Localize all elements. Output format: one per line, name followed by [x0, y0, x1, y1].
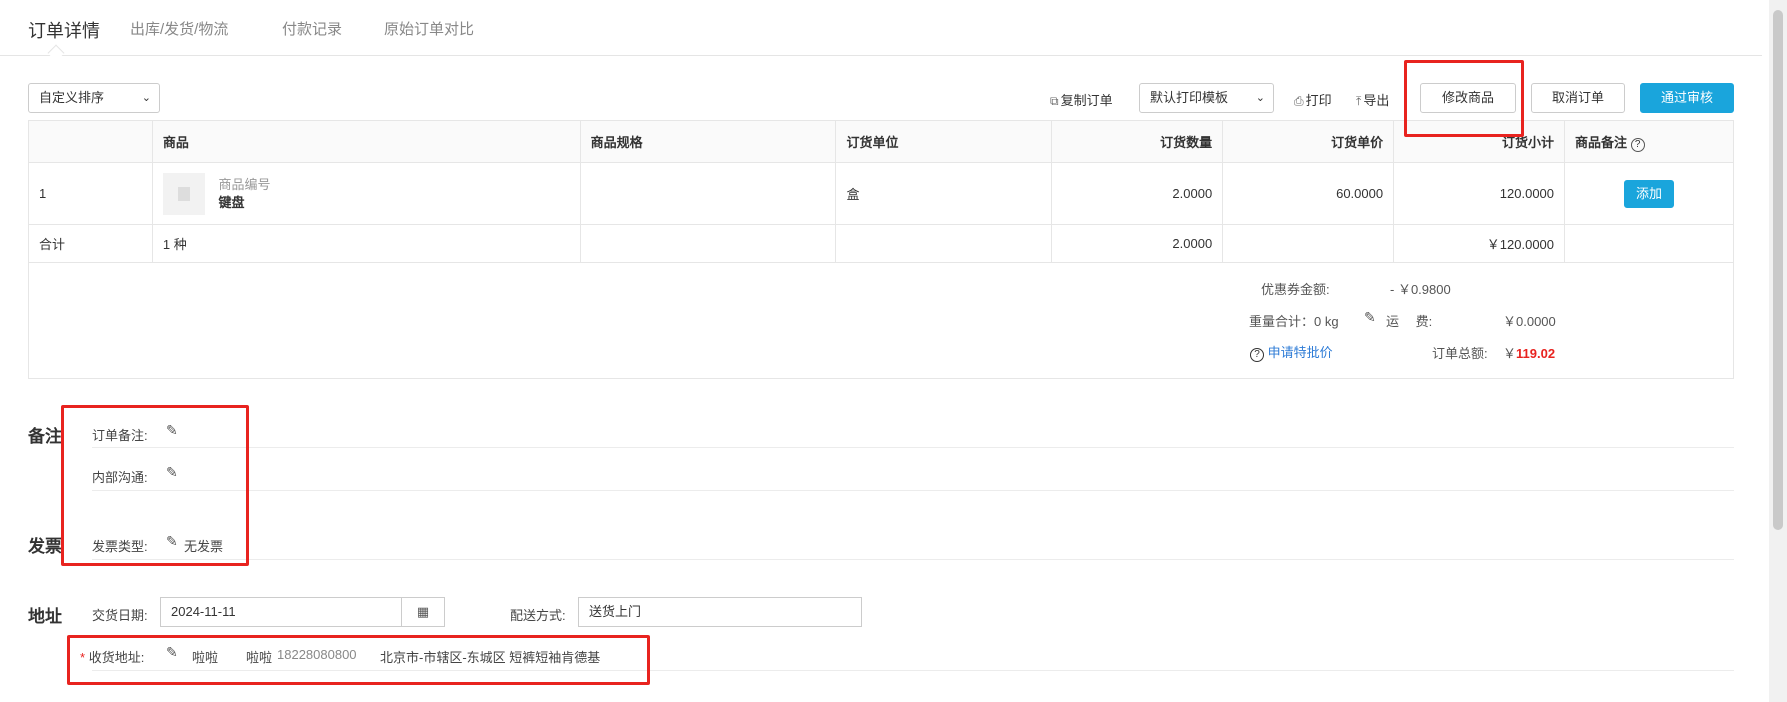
order-total-label: 订单总额: — [1432, 346, 1488, 361]
total-qty: 2.0000 — [1051, 224, 1224, 263]
col-header-unit: 订货单位 — [835, 120, 1053, 163]
calendar-icon[interactable]: ▦ — [401, 597, 445, 627]
coupon-value: - ￥0.9800 — [1390, 282, 1451, 297]
internal-comm-label: 内部沟通: — [92, 470, 148, 485]
product-unit: 盒 — [835, 162, 1053, 225]
receiver-contact: 啦啦 — [246, 650, 273, 665]
export-button[interactable]: ⤒ 导出 — [1356, 90, 1389, 109]
upload-icon: ⤒ — [1356, 94, 1362, 108]
tab-payment-records[interactable]: 付款记录 — [282, 18, 342, 39]
col-header-index — [28, 120, 153, 163]
product-qty: 2.0000 — [1051, 162, 1224, 225]
order-remark-label: 订单备注: — [92, 428, 148, 443]
printer-icon: ⎙ — [1294, 94, 1304, 108]
divider — [92, 490, 1734, 491]
col-header-remark: 商品备注 ? — [1564, 120, 1734, 163]
edit-order-remark-icon[interactable]: ✎ — [166, 422, 178, 439]
invoice-type-value: 无发票 — [184, 539, 224, 554]
delivery-date-input[interactable]: 2024-11-11 — [160, 597, 402, 627]
product-price: 60.0000 — [1222, 162, 1395, 225]
shipping-method-label: 配送方式: — [510, 608, 566, 623]
row-index: 1 — [28, 162, 153, 225]
receiver-address: 北京市-市辖区-东城区 短裤短袖肯德基 — [380, 650, 601, 665]
product-code: 商品编号 — [218, 176, 271, 192]
scrollbar-thumb[interactable] — [1773, 10, 1783, 530]
tab-original-order-compare[interactable]: 原始订单对比 — [384, 18, 474, 39]
sort-select-value: 自定义排序 — [39, 90, 105, 105]
export-label: 导出 — [1363, 93, 1390, 108]
receiver-name: 啦啦 — [192, 650, 219, 665]
col-header-qty: 订货数量 — [1051, 120, 1224, 163]
receive-address-label: * 收货地址: — [80, 647, 144, 666]
tab-bar: 订单详情 出库/发货/物流 付款记录 原始订单对比 — [0, 0, 1762, 62]
order-total-value: 119.02 — [1516, 346, 1556, 361]
address-section-title: 地址 — [28, 607, 62, 626]
remarks-section-title: 备注 — [28, 427, 62, 446]
modify-goods-button[interactable]: 修改商品 — [1420, 83, 1516, 113]
special-price-label: 申请特批价 — [1267, 345, 1333, 360]
tab-order-detail[interactable]: 订单详情 — [28, 17, 100, 43]
freight-label: 运 费: — [1386, 314, 1433, 329]
print-button[interactable]: ⎙ 打印 — [1294, 90, 1332, 109]
table-total-row: 合计 1 种 2.0000 ￥120.0000 — [28, 224, 1734, 263]
product-remark-cell: 添加 — [1564, 162, 1734, 225]
copy-order-button[interactable]: ⧉ 复制订单 — [1050, 90, 1113, 109]
sort-select[interactable]: 自定义排序 ⌄ — [28, 83, 160, 113]
chevron-down-icon: ⌄ — [1255, 92, 1265, 104]
col-header-subtotal: 订货小计 — [1393, 120, 1566, 163]
divider — [92, 670, 1734, 671]
invoice-type-label: 发票类型: — [92, 539, 148, 554]
edit-invoice-icon[interactable]: ✎ — [166, 533, 178, 550]
product-image — [162, 172, 205, 215]
total-kinds: 1 种 — [151, 224, 581, 263]
product-subtotal: 120.0000 — [1393, 162, 1566, 225]
receive-address-label-text: 收货地址: — [88, 650, 145, 665]
print-template-select[interactable]: 默认打印模板 ⌄ — [1139, 83, 1274, 113]
copy-icon: ⧉ — [1050, 94, 1059, 108]
print-template-value: 默认打印模板 — [1150, 90, 1229, 105]
shipping-method-input[interactable]: 送货上门 — [578, 597, 862, 627]
copy-order-label: 复制订单 — [1060, 93, 1113, 108]
edit-address-icon[interactable]: ✎ — [166, 644, 178, 661]
approve-button[interactable]: 通过审核 — [1640, 83, 1734, 113]
active-tab-caret — [47, 44, 65, 62]
table-row: 1 商品编号 键盘 盒 2.0000 60.0000 120.0000 添加 — [28, 162, 1734, 225]
print-label: 打印 — [1305, 93, 1332, 108]
delivery-date-label: 交货日期: — [92, 608, 148, 623]
table-header-row: 商品 商品规格 订货单位 订货数量 订货单价 订货小计 商品备注 ? — [28, 120, 1734, 163]
product-cell: 商品编号 键盘 — [151, 162, 581, 225]
order-total: ￥119.02 — [1503, 343, 1555, 362]
col-header-spec: 商品规格 — [579, 120, 837, 163]
invoice-section-title: 发票 — [28, 537, 62, 556]
special-price-link[interactable]: ? 申请特批价 — [1250, 342, 1333, 362]
col-header-product: 商品 — [151, 120, 581, 163]
coupon-label: 优惠券金额: — [1261, 282, 1330, 297]
col-header-remark-label: 商品备注 — [1575, 134, 1628, 150]
cancel-order-button[interactable]: 取消订单 — [1531, 83, 1625, 113]
freight-value: ￥0.0000 — [1503, 314, 1556, 329]
product-spec — [579, 162, 837, 225]
help-circle-icon[interactable]: ? — [1630, 137, 1645, 152]
required-asterisk: * — [80, 650, 86, 665]
edit-freight-icon[interactable]: ✎ — [1364, 309, 1376, 326]
divider — [92, 559, 1734, 560]
vertical-scrollbar[interactable] — [1769, 0, 1787, 702]
divider — [92, 447, 1734, 448]
product-name: 键盘 — [218, 194, 245, 210]
order-items-table: 商品 商品规格 订货单位 订货数量 订货单价 订货小计 商品备注 ? 1 商品编… — [28, 120, 1734, 263]
add-remark-button[interactable]: 添加 — [1624, 179, 1674, 208]
chevron-down-icon: ⌄ — [141, 92, 151, 104]
receiver-phone: 18228080800 — [277, 647, 357, 662]
help-circle-icon: ? — [1250, 348, 1264, 362]
weight-total: 重量合计：0 kg — [1249, 314, 1339, 329]
col-header-price: 订货单价 — [1222, 120, 1395, 163]
tab-shipping-logistics[interactable]: 出库/发货/物流 — [130, 18, 228, 39]
edit-internal-comm-icon[interactable]: ✎ — [166, 464, 178, 481]
order-total-currency: ￥ — [1503, 346, 1517, 361]
total-subtotal: ￥120.0000 — [1393, 224, 1566, 263]
total-label: 合计 — [28, 224, 153, 263]
